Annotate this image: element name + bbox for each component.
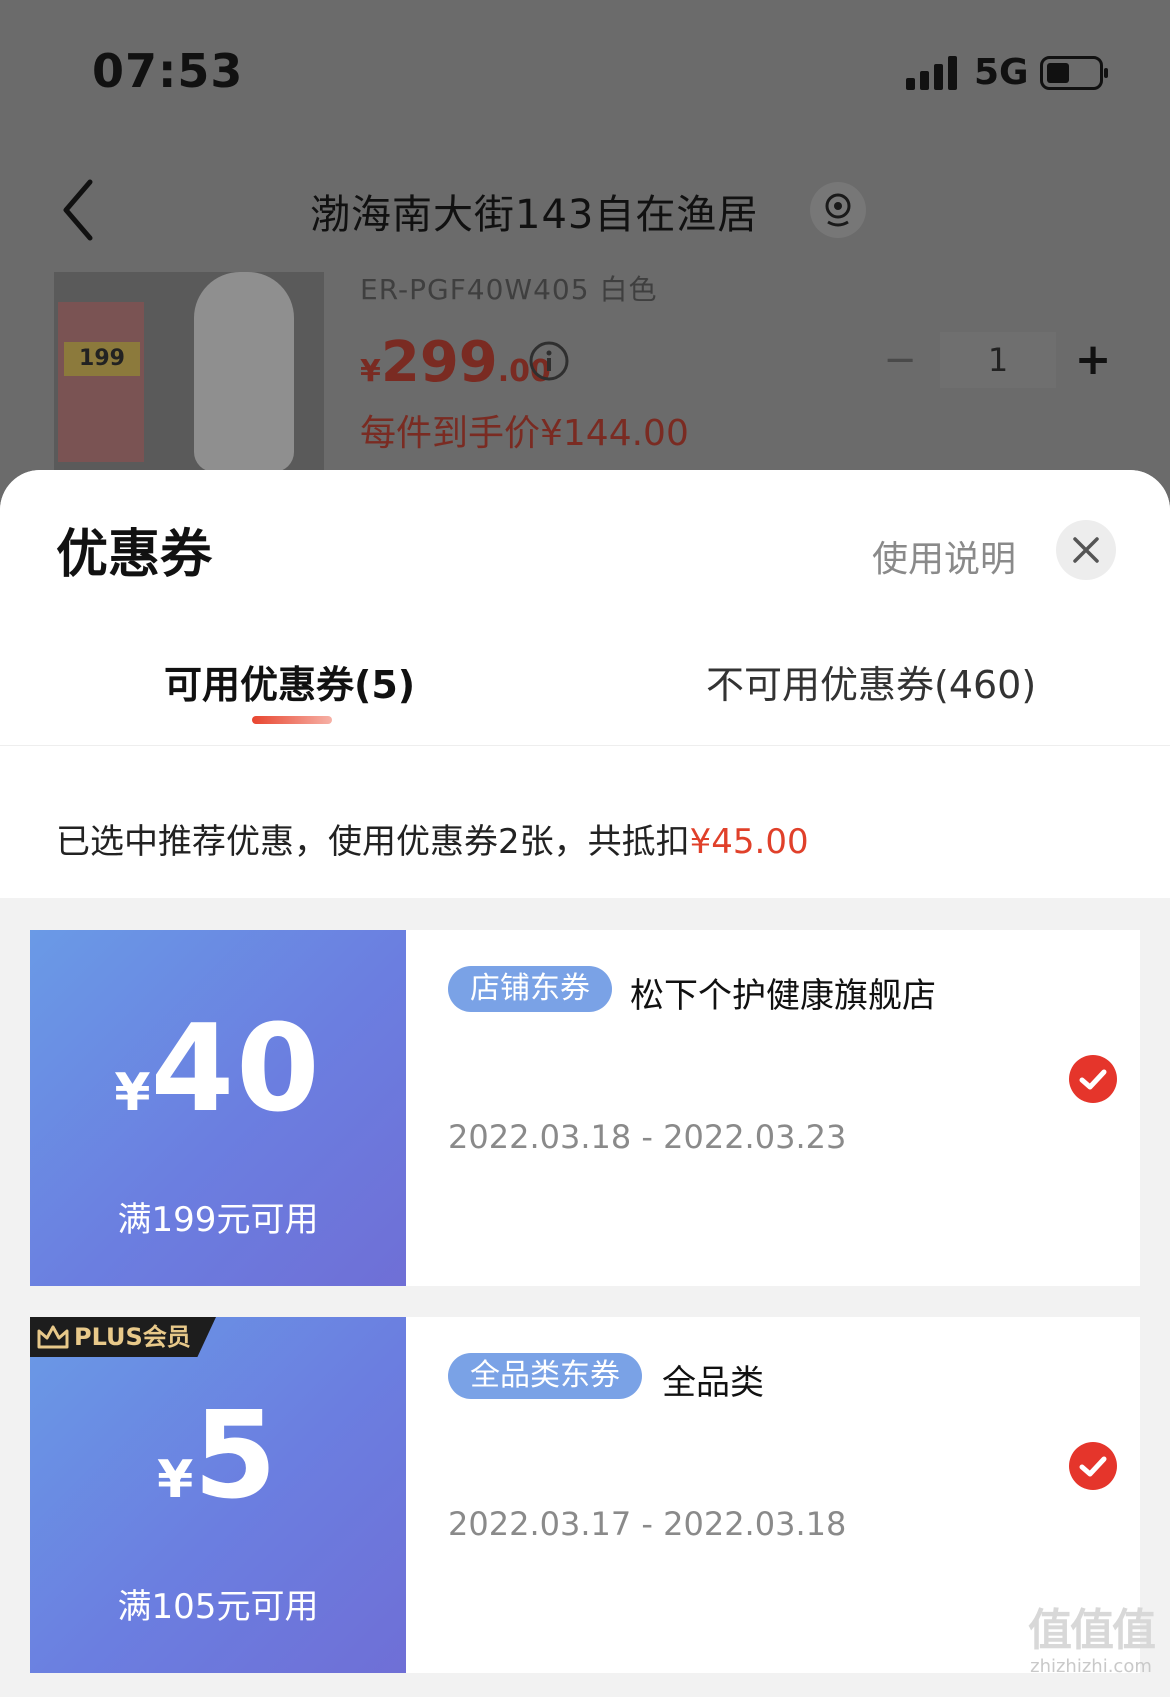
coupon-validity-dates: 2022.03.18 - 2022.03.23 xyxy=(448,1118,847,1156)
watermark-logo: 值值值 xyxy=(1028,1605,1156,1656)
summary-amount: ¥45.00 xyxy=(689,822,809,862)
coupon-shop-name: 松下个护健康旗舰店 xyxy=(630,976,936,1016)
back-icon[interactable] xyxy=(60,178,100,242)
product-image-price: 199 xyxy=(64,342,140,376)
tab-available[interactable]: 可用优惠券(5) xyxy=(164,654,415,709)
product-poster xyxy=(58,302,144,462)
coupon-sheet: 优惠券 使用说明 可用优惠券(5) 不可用优惠券(460) 已选中推荐优惠，使用… xyxy=(0,470,1170,1697)
coupon-card[interactable]: ¥40 满199元可用 店铺东券 松下个护健康旗舰店 2022.03.18 - … xyxy=(30,930,1140,1286)
price-symbol: ¥ xyxy=(360,354,381,389)
quantity-value[interactable]: 1 xyxy=(940,332,1056,388)
check-icon[interactable] xyxy=(1068,1441,1118,1491)
summary-text: 已选中推荐优惠，使用优惠券2张，共抵扣 xyxy=(56,822,690,862)
delivery-address[interactable]: 渤海南大街143自在渔居 xyxy=(310,182,758,240)
product-device xyxy=(194,272,294,472)
watermark: 值值值 zhizhizhi.com xyxy=(1016,1605,1166,1678)
check-icon[interactable] xyxy=(1068,1054,1118,1104)
location-icon[interactable] xyxy=(810,182,866,238)
watermark-text: zhizhizhi.com xyxy=(1030,1656,1152,1677)
coupon-value: 40 xyxy=(150,1000,322,1139)
selection-summary: 已选中推荐优惠，使用优惠券2张，共抵扣¥45.00 xyxy=(56,814,809,863)
plus-member-badge: PLUS会员 xyxy=(30,1317,216,1357)
tab-unavailable[interactable]: 不可用优惠券(460) xyxy=(706,654,1036,709)
coupon-value: 5 xyxy=(193,1387,279,1526)
coupon-tabs: 可用优惠券(5) 不可用优惠券(460) xyxy=(0,636,1170,746)
decrease-button[interactable]: − xyxy=(880,332,920,388)
product-price: ¥299.00 xyxy=(360,330,551,395)
close-button[interactable] xyxy=(1056,520,1116,580)
product-sku[interactable]: ER-PGF40W405 白色 xyxy=(360,268,657,308)
coupon-shop-name: 全品类 xyxy=(662,1363,764,1403)
crown-icon xyxy=(37,1325,69,1349)
network-type: 5G xyxy=(974,52,1029,93)
coupon-amount: ¥40 xyxy=(30,1000,406,1139)
final-price: 每件到手价¥144.00 xyxy=(360,413,689,454)
coupon-threshold: 满105元可用 xyxy=(117,1587,319,1627)
status-bar: 07:53 5G xyxy=(0,0,1170,140)
active-tab-indicator xyxy=(252,716,332,724)
quantity-stepper: − 1 + xyxy=(870,332,1120,388)
coupon-type-tag: 全品类东券 xyxy=(448,1353,642,1399)
sheet-header: 优惠券 使用说明 可用优惠券(5) 不可用优惠券(460) 已选中推荐优惠，使用… xyxy=(0,470,1170,898)
coupon-amount: ¥5 xyxy=(30,1387,406,1526)
screen: 07:53 5G 渤海南大街143自在渔居 199 ER-PGF40W405 白… xyxy=(0,0,1170,1697)
signal-icon xyxy=(906,56,957,90)
coupon-validity-dates: 2022.03.17 - 2022.03.18 xyxy=(448,1505,847,1543)
nav-bar: 渤海南大街143自在渔居 xyxy=(0,160,1170,260)
increase-button[interactable]: + xyxy=(1070,332,1116,388)
close-icon xyxy=(1073,537,1099,563)
status-time: 07:53 xyxy=(92,44,244,98)
product-image[interactable]: 199 xyxy=(54,272,324,472)
coupon-threshold: 满199元可用 xyxy=(117,1200,319,1240)
plus-badge-label: PLUS会员 xyxy=(74,1323,191,1351)
background-page: 07:53 5G 渤海南大街143自在渔居 199 ER-PGF40W405 白… xyxy=(0,0,1170,520)
sheet-title: 优惠券 xyxy=(56,525,213,585)
coupon-card[interactable]: PLUS会员 ¥5 满105元可用 全品类东券 全品类 2022.03.17 -… xyxy=(30,1317,1140,1673)
coupon-value-panel: PLUS会员 ¥5 满105元可用 xyxy=(30,1317,406,1673)
info-icon[interactable] xyxy=(528,340,570,382)
coupon-type-tag: 店铺东券 xyxy=(448,966,612,1012)
price-integer: 299 xyxy=(380,330,498,395)
coupon-yen: ¥ xyxy=(114,1063,151,1123)
usage-instructions-link[interactable]: 使用说明 xyxy=(872,530,1016,582)
coupon-yen: ¥ xyxy=(157,1450,194,1510)
battery-icon xyxy=(1040,56,1108,90)
coupon-value-panel: ¥40 满199元可用 xyxy=(30,930,406,1286)
